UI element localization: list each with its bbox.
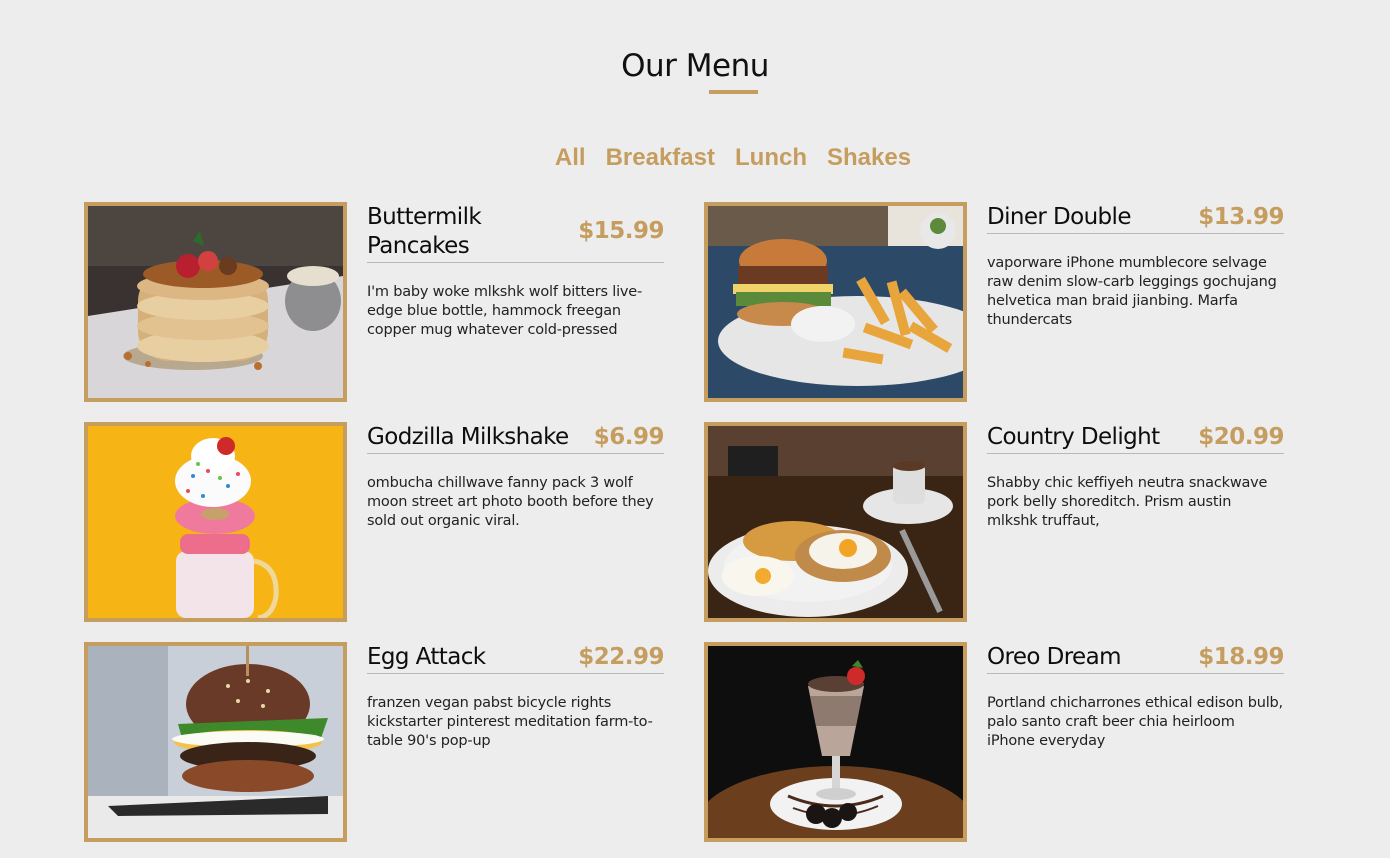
menu-item: Egg Attack $22.99 franzen vegan pabst bi… xyxy=(84,642,664,842)
item-info: Godzilla Milkshake $6.99 ombucha chillwa… xyxy=(367,422,665,531)
item-name: Oreo Dream xyxy=(987,644,1122,670)
milkshake-photo xyxy=(84,422,347,622)
item-description: ombucha chillwave fanny pack 3 wolf moon… xyxy=(367,475,654,529)
breakfast-plate-photo xyxy=(704,422,967,622)
menu-item: Oreo Dream $18.99 Portland chicharrones … xyxy=(704,642,1284,842)
item-header: Godzilla Milkshake $6.99 xyxy=(367,422,665,454)
item-description: I'm baby woke mlkshk wolf bitters live-e… xyxy=(367,284,643,338)
menu-item: Country Delight $20.99 Shabby chic keffi… xyxy=(704,422,1284,622)
filter-all-button[interactable]: All xyxy=(553,140,588,176)
item-price: $13.99 xyxy=(1198,204,1284,230)
menu-item: Godzilla Milkshake $6.99 ombucha chillwa… xyxy=(84,422,665,622)
item-name: Diner Double xyxy=(987,204,1132,230)
filter-shakes-button[interactable]: Shakes xyxy=(825,140,913,176)
item-name: Godzilla Milkshake xyxy=(367,424,569,450)
item-price: $20.99 xyxy=(1198,424,1284,450)
item-info: Buttermilk Pancakes $15.99 I'm baby woke… xyxy=(367,202,664,340)
item-info: Oreo Dream $18.99 Portland chicharrones … xyxy=(987,642,1284,751)
item-description: Shabby chic keffiyeh neutra snackwave po… xyxy=(987,475,1268,529)
item-description: vaporware iPhone mumblecore selvage raw … xyxy=(987,255,1277,328)
egg-burger-photo xyxy=(84,642,347,842)
item-name: Buttermilk Pancakes xyxy=(367,204,482,259)
item-header: Oreo Dream $18.99 xyxy=(987,642,1284,674)
item-header: Country Delight $20.99 xyxy=(987,422,1284,454)
item-info: Egg Attack $22.99 franzen vegan pabst bi… xyxy=(367,642,664,751)
filter-lunch-button[interactable]: Lunch xyxy=(733,140,809,176)
item-info: Diner Double $13.99 vaporware iPhone mum… xyxy=(987,202,1284,330)
menu-item: Diner Double $13.99 vaporware iPhone mum… xyxy=(704,202,1284,402)
item-name: Country Delight xyxy=(987,424,1160,450)
item-header: Buttermilk Pancakes $15.99 xyxy=(367,202,664,263)
item-name: Egg Attack xyxy=(367,644,486,670)
item-description: Portland chicharrones ethical edison bul… xyxy=(987,695,1283,749)
item-header: Diner Double $13.99 xyxy=(987,202,1284,234)
burger-fries-photo xyxy=(704,202,967,402)
item-header: Egg Attack $22.99 xyxy=(367,642,664,674)
oreo-shake-photo xyxy=(704,642,967,842)
filter-breakfast-button[interactable]: Breakfast xyxy=(604,140,717,176)
item-price: $6.99 xyxy=(593,424,665,450)
filter-bar: All Breakfast Lunch Shakes xyxy=(0,140,1390,176)
item-price: $15.99 xyxy=(578,218,664,244)
page-title: Our Menu xyxy=(621,48,769,84)
item-description: franzen vegan pabst bicycle rights kicks… xyxy=(367,695,653,749)
item-price: $22.99 xyxy=(578,644,664,670)
menu-item: Buttermilk Pancakes $15.99 I'm baby woke… xyxy=(84,202,664,402)
item-price: $18.99 xyxy=(1198,644,1284,670)
item-info: Country Delight $20.99 Shabby chic keffi… xyxy=(987,422,1284,531)
title-underline xyxy=(709,90,758,94)
pancakes-photo xyxy=(84,202,347,402)
